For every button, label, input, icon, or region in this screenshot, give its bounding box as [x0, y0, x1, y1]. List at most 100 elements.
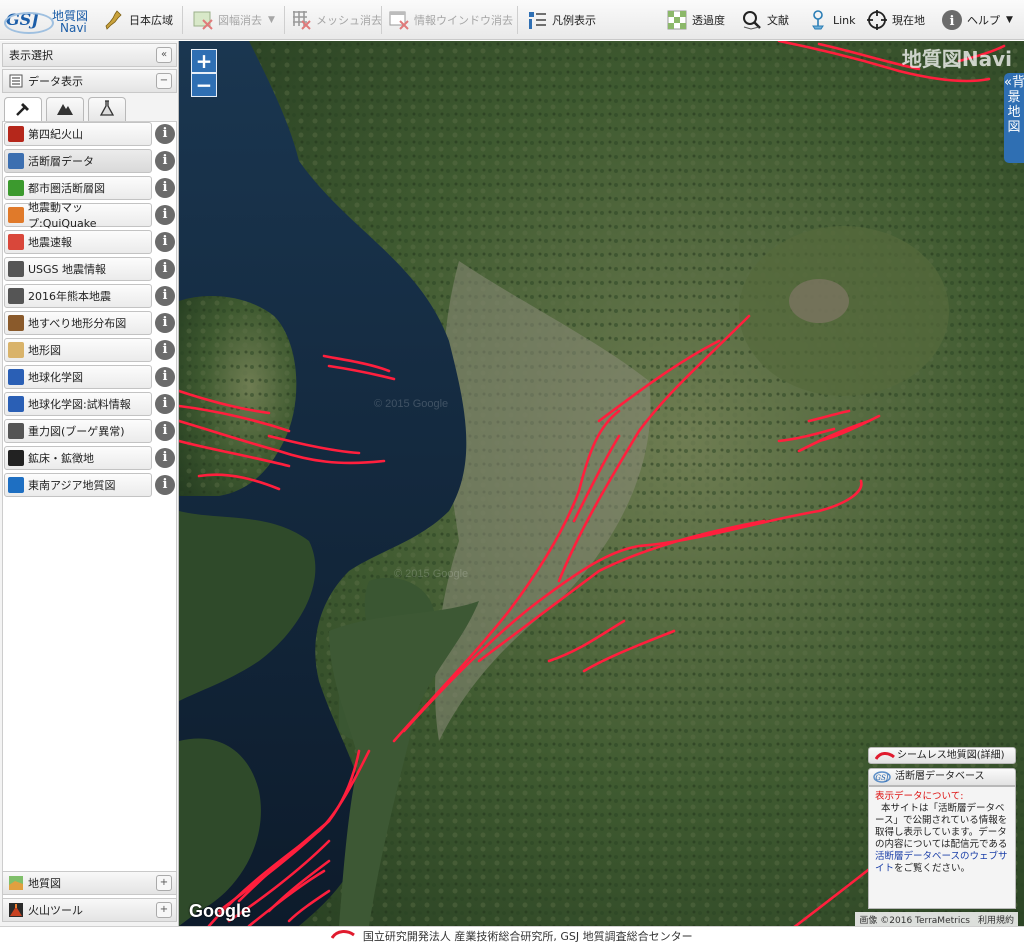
geochem-sample-icon	[8, 396, 24, 412]
layer-item-label: 地震動マップ:QuiQuake	[28, 201, 97, 230]
about-text-end: をご覧ください。	[894, 863, 971, 874]
volcano-tool-expand-button[interactable]: +	[156, 902, 172, 918]
svg-text:i: i	[950, 14, 955, 29]
layer-item[interactable]: 重力図(ブーゲ異常)	[4, 419, 152, 443]
layer-item[interactable]: 地震速報	[4, 230, 152, 254]
help-label: ヘルプ	[967, 14, 1000, 27]
layer-item[interactable]: 地球化学図	[4, 365, 152, 389]
info-icon[interactable]: i	[155, 394, 175, 414]
info-icon[interactable]: i	[155, 421, 175, 441]
tab-mountain[interactable]	[46, 97, 84, 121]
svg-text:© 2015 Google: © 2015 Google	[394, 568, 468, 580]
category-tabs	[4, 97, 176, 122]
layer-item[interactable]: 東南アジア地質図	[4, 473, 152, 497]
layer-item-label: 鉱床・鉱徴地	[28, 452, 94, 465]
collapse-panel-button[interactable]: «	[156, 47, 172, 63]
zoom-out-button[interactable]: −	[191, 73, 217, 97]
layer-item[interactable]: 地形図	[4, 338, 152, 362]
panel-title: 表示選択	[9, 49, 53, 62]
legend-display-button[interactable]: 凡例表示	[526, 6, 596, 34]
info-icon[interactable]: i	[155, 178, 175, 198]
clear-sheet-button[interactable]: 図幅消去 ▼	[192, 6, 275, 34]
info-icon[interactable]: i	[155, 448, 175, 468]
footer-text[interactable]: 国立研究開発法人 産業技術総合研究所, GSJ 地質調査総合センター	[363, 930, 693, 943]
toolbar-divider	[381, 6, 382, 34]
chevron-down-icon: ▼	[268, 15, 275, 25]
info-icon[interactable]: i	[155, 232, 175, 252]
terms-link[interactable]: 利用規約	[978, 913, 1014, 926]
svg-text:GSJ: GSJ	[875, 774, 889, 782]
clear-info-window-label: 情報ウインドウ消去	[414, 14, 513, 27]
geology-map-expand-button[interactable]: +	[156, 875, 172, 891]
tab-flask[interactable]	[88, 97, 126, 121]
layer-item[interactable]: 都市圏活断層図	[4, 176, 152, 200]
zoom-in-button[interactable]: +	[191, 49, 217, 73]
app-logo[interactable]: GSJ 地質図 Navi	[4, 4, 90, 36]
current-location-button[interactable]: 現在地	[866, 6, 925, 34]
flask-icon	[98, 99, 116, 120]
layer-item-label: 活断層データ	[28, 155, 94, 168]
usgs-icon	[8, 261, 24, 277]
literature-button[interactable]: 文献	[741, 6, 789, 34]
info-icon[interactable]: i	[155, 286, 175, 306]
gsj-logo-icon: GSJ	[4, 10, 54, 34]
panel-header: 表示選択 «	[2, 43, 177, 67]
volcano-tool-label: 火山ツール	[28, 904, 83, 917]
layer-item[interactable]: 地すべり地形分布図	[4, 311, 152, 335]
help-button[interactable]: i ヘルプ ▼	[941, 6, 1013, 34]
link-button[interactable]: Link	[807, 6, 856, 34]
layer-item[interactable]: 地球化学図:試料情報	[4, 392, 152, 416]
clear-info-window-button[interactable]: 情報ウインドウ消去	[388, 6, 513, 34]
toolbar: GSJ 地質図 Navi 日本広域 図幅消去 ▼ メッシュ消去 情報ウインドウ消…	[0, 0, 1024, 40]
svg-text:© 2015 Google: © 2015 Google	[374, 398, 448, 410]
layer-item-label: 地すべり地形分布図	[28, 317, 127, 330]
layer-item[interactable]: 2016年熊本地震	[4, 284, 152, 308]
layer-item-label: 2016年熊本地震	[28, 290, 111, 303]
layer-item[interactable]: USGS 地震情報	[4, 257, 152, 281]
transparency-button[interactable]: 透過度	[666, 6, 725, 34]
seamless-geology-link[interactable]: シームレス地質図(詳細)	[868, 747, 1016, 764]
data-list-icon	[9, 74, 23, 88]
gravity-icon	[8, 423, 24, 439]
info-icon[interactable]: i	[155, 151, 175, 171]
globe-icon	[8, 477, 24, 493]
data-display-toggle[interactable]: −	[156, 73, 172, 89]
layer-item[interactable]: 第四紀火山	[4, 122, 152, 146]
topo-map-icon	[8, 342, 24, 358]
logo-line2: Navi	[60, 21, 87, 35]
info-icon[interactable]: i	[155, 205, 175, 225]
info-icon[interactable]: i	[155, 367, 175, 387]
layer-item[interactable]: 地震動マップ:QuiQuake	[4, 201, 152, 230]
japan-wide-button[interactable]: 日本広域	[103, 6, 173, 34]
landslide-icon	[8, 315, 24, 331]
imagery-credit: 画像 ©2016 TerraMetrics	[859, 915, 970, 926]
data-display-header[interactable]: データ表示 −	[2, 69, 177, 93]
geology-map-header[interactable]: 地質図 +	[2, 871, 177, 895]
volcano-tool-header[interactable]: 火山ツール +	[2, 898, 177, 922]
earthquake-news-icon	[8, 234, 24, 250]
tab-hammer[interactable]	[4, 97, 42, 122]
layer-item[interactable]: 鉱床・鉱徴地	[4, 446, 152, 470]
footer: 国立研究開発法人 産業技術総合研究所, GSJ 地質調査総合センター	[0, 926, 1024, 947]
geology-map-label: 地質図	[28, 877, 61, 890]
chevron-down-icon: ▼	[1006, 15, 1013, 25]
clear-sheet-label: 図幅消去	[218, 14, 262, 27]
legend-icon	[526, 9, 548, 31]
mine-icon	[8, 450, 24, 466]
info-icon[interactable]: i	[155, 124, 175, 144]
clear-mesh-button[interactable]: メッシュ消去	[290, 6, 382, 34]
legend-description: 表示データについて: 本サイトは「活断層データベース」で公開されている情報を取得…	[868, 786, 1016, 909]
volcano-icon	[8, 126, 24, 142]
link-pin-icon	[807, 9, 829, 31]
info-icon[interactable]: i	[155, 259, 175, 279]
info-window-icon	[388, 9, 410, 31]
transparency-label: 透過度	[692, 14, 725, 27]
layer-item[interactable]: 活断層データ	[4, 149, 152, 173]
toolbar-divider	[517, 6, 518, 34]
info-icon[interactable]: i	[155, 313, 175, 333]
info-icon[interactable]: i	[155, 475, 175, 495]
info-icon[interactable]: i	[155, 340, 175, 360]
background-map-tab[interactable]: «背景地図	[1004, 73, 1024, 163]
layer-item-label: 東南アジア地質図	[28, 479, 116, 492]
mountain-icon	[56, 99, 74, 120]
